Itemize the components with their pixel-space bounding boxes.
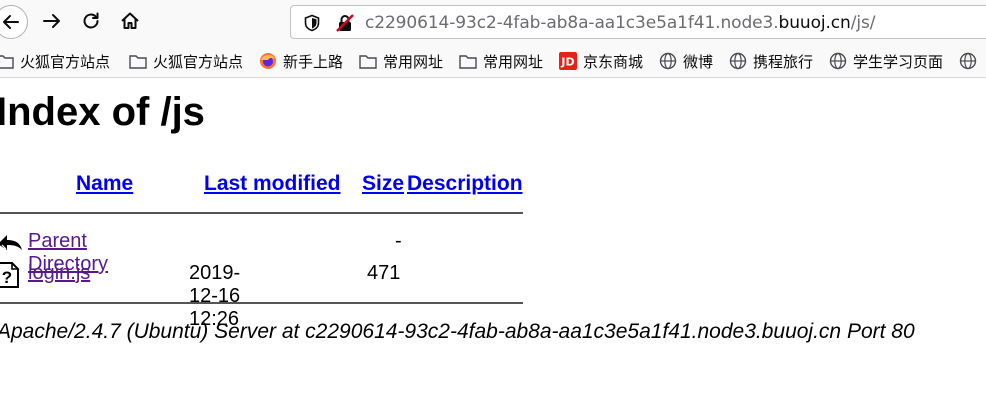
tracking-protection-shield-icon[interactable] [303,14,321,37]
page-title: Index of /js [0,90,205,134]
folder-icon [359,52,377,70]
back-arrow-icon [3,15,19,29]
bookmark-label: 火狐官方站点 [20,52,111,71]
bookmark-item[interactable]: 携程旅行 [729,51,813,71]
svg-text:JD: JD [560,56,574,69]
globe-icon [829,52,847,70]
file-link[interactable]: login.js [28,262,90,285]
bookmark-item[interactable]: 新手上路 [259,51,343,71]
bookmark-label: 学生学习页面 [853,52,944,71]
server-signature: Apache/2.4.7 (Ubuntu) Server at c2290614… [0,320,915,343]
bookmark-label: 常用网址 [483,52,544,71]
size-cell: 471 [367,262,401,284]
forward-button[interactable] [37,6,67,36]
bookmark-label: 京东商城 [583,52,644,71]
bookmark-item[interactable]: 常用网址 [359,51,443,71]
globe-icon [659,52,677,70]
footer-divider [0,302,523,304]
folder-icon [459,52,477,70]
jd-icon: JD [559,52,577,70]
bookmark-label: 常用网址 [383,52,444,71]
bookmark-label: 携程旅行 [753,52,814,71]
bookmark-overflow[interactable] [959,51,983,71]
bookmark-item[interactable]: 常用网址 [459,51,543,71]
navigation-toolbar: c2290614-93c2-4fab-ab8a-aa1c3e5a1f41.nod… [0,0,986,44]
url-host-prefix: c2290614-93c2-4fab-ab8a-aa1c3e5a1f41.nod… [365,13,779,33]
bookmark-item[interactable]: 微博 [659,51,713,71]
url-text[interactable]: c2290614-93c2-4fab-ab8a-aa1c3e5a1f41.nod… [365,13,875,33]
back-button[interactable] [0,5,28,39]
column-header-description[interactable]: Description [407,172,523,196]
folder-icon [0,52,14,70]
bookmark-item[interactable]: JD 京东商城 [559,51,643,71]
url-path: /js/ [850,13,876,33]
column-header-size[interactable]: Size [362,172,404,196]
size-cell: - [395,230,402,252]
bookmark-item[interactable]: 火狐官方站点 [0,51,110,71]
reload-icon [83,12,99,29]
bookmark-label: 微博 [683,52,714,71]
back-arrow-icon [0,230,24,261]
forward-arrow-icon [43,14,60,28]
insecure-lock-icon[interactable] [335,13,355,38]
firefox-icon [259,52,277,70]
bookmark-label: 火狐官方站点 [153,52,244,71]
column-header-name[interactable]: Name [76,172,133,196]
header-divider [0,212,523,214]
home-icon [121,12,139,29]
url-host-domain: buuoj.cn [778,13,851,33]
home-button[interactable] [115,6,145,36]
globe-icon [959,52,977,70]
column-header-last-modified[interactable]: Last modified [204,172,341,196]
bookmark-item[interactable]: 学生学习页面 [829,51,943,71]
bookmark-label: 新手上路 [283,52,344,71]
reload-button[interactable] [76,6,106,36]
unknown-file-icon: ? [0,262,19,293]
folder-icon [129,52,147,70]
svg-text:?: ? [2,268,12,287]
globe-icon [729,52,747,70]
bookmarks-toolbar: 火狐官方站点 火狐官方站点 新手上路 常用网址 常用网址 JD 京东商城 微博 … [0,44,986,78]
url-bar[interactable]: c2290614-93c2-4fab-ab8a-aa1c3e5a1f41.nod… [290,5,986,39]
bookmark-item[interactable]: 火狐官方站点 [129,51,243,71]
